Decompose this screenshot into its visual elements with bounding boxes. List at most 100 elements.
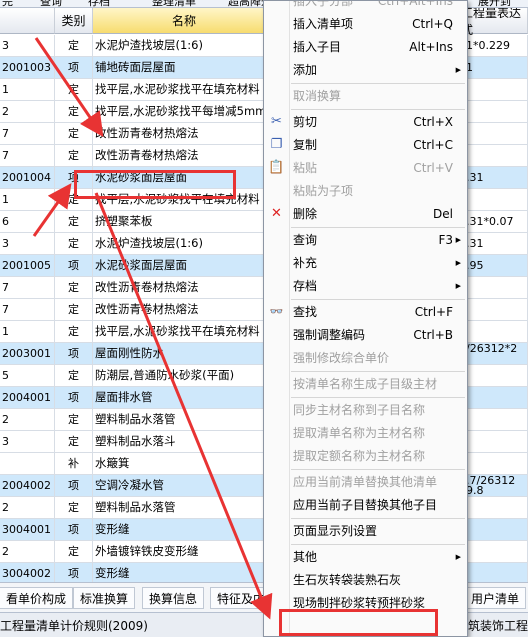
cell-type[interactable]: 定 bbox=[55, 321, 93, 342]
tab-standard-conversion[interactable]: 标准换算 bbox=[73, 587, 136, 609]
menu-item[interactable]: 页面显示列设置 bbox=[264, 520, 467, 542]
cell-name[interactable]: 找平层,水泥砂浆找平每增减5mm bbox=[93, 101, 276, 122]
tab-conversion-info[interactable]: 换算信息 bbox=[142, 587, 205, 609]
cell-type[interactable]: 定 bbox=[55, 541, 93, 562]
cell-code[interactable]: 2 bbox=[0, 541, 55, 562]
menu-item[interactable]: 按清单名称生成子目级主材 bbox=[264, 373, 467, 395]
menu-item[interactable]: 其他 ▶ bbox=[264, 546, 467, 568]
cell-type[interactable]: 定 bbox=[55, 35, 93, 56]
cell-type[interactable]: 项 bbox=[55, 475, 93, 496]
cell-type[interactable]: 定 bbox=[55, 409, 93, 430]
cell-code[interactable]: 7 bbox=[0, 145, 55, 166]
menu-item[interactable]: 提取清单名称为主材名称 bbox=[264, 422, 467, 444]
menu-item[interactable]: 插入子分部 Ctrl+Alt+Ins bbox=[264, 1, 467, 12]
cell-name[interactable]: 外墙镀锌铁皮变形缝 bbox=[93, 541, 276, 562]
menu-item[interactable]: 👓 查找 Ctrl+F bbox=[264, 301, 467, 323]
cell-name[interactable]: 屋面刚性防水 bbox=[93, 343, 276, 364]
cell-code[interactable]: 1 bbox=[0, 189, 55, 210]
cell-code[interactable]: 2001005 bbox=[0, 255, 55, 276]
menu-item[interactable]: 应用当前清单替换其他清单 bbox=[264, 471, 467, 493]
cell-type[interactable]: 项 bbox=[55, 255, 93, 276]
cell-type[interactable]: 定 bbox=[55, 123, 93, 144]
cell-code[interactable]: 7 bbox=[0, 277, 55, 298]
cell-type[interactable]: 项 bbox=[55, 519, 93, 540]
cell-code[interactable]: 2003001 bbox=[0, 343, 55, 364]
cell-name[interactable]: 空调冷凝水管 bbox=[93, 475, 276, 496]
cell-code[interactable]: 1 bbox=[0, 321, 55, 342]
cell-code[interactable]: 2004002 bbox=[0, 475, 55, 496]
tab-user-list[interactable]: 用户清单 bbox=[464, 587, 527, 609]
cell-name[interactable]: 水泥炉渣找坡层(1:6) bbox=[93, 233, 276, 254]
menu-item[interactable]: 取消换算 bbox=[264, 85, 467, 107]
cell-code[interactable] bbox=[0, 453, 55, 474]
cell-name[interactable]: 防潮层,普通防水砂浆(平面) bbox=[93, 365, 276, 386]
cell-name[interactable]: 塑料制品水落管 bbox=[93, 409, 276, 430]
cell-name[interactable]: 水簸箕 bbox=[93, 453, 276, 474]
cell-type[interactable]: 定 bbox=[55, 145, 93, 166]
cell-code[interactable]: 5 bbox=[0, 365, 55, 386]
menu-item[interactable]: 存档 ▶ bbox=[264, 275, 467, 297]
cell-type[interactable]: 定 bbox=[55, 79, 93, 100]
cell-name[interactable]: 改性沥青卷材热熔法 bbox=[93, 123, 276, 144]
cell-code[interactable]: 7 bbox=[0, 299, 55, 320]
cell-type[interactable]: 项 bbox=[55, 57, 93, 78]
cell-type[interactable]: 补 bbox=[55, 453, 93, 474]
cell-type[interactable]: 项 bbox=[55, 387, 93, 408]
cell-name[interactable]: 塑料制品水落斗 bbox=[93, 431, 276, 452]
cell-type[interactable]: 定 bbox=[55, 365, 93, 386]
tab-unit-price-composition[interactable]: 看单价构成 bbox=[0, 587, 74, 609]
menu-item[interactable]: 强制调整编码 Ctrl+B bbox=[264, 324, 467, 346]
cell-type[interactable]: 定 bbox=[55, 431, 93, 452]
menu-item[interactable]: 补充 ▶ bbox=[264, 252, 467, 274]
cell-name[interactable]: 找平层,水泥砂浆找平在填充材料 bbox=[93, 79, 276, 100]
cell-type[interactable]: 定 bbox=[55, 497, 93, 518]
header-code[interactable] bbox=[0, 8, 55, 34]
cell-code[interactable]: 3004001 bbox=[0, 519, 55, 540]
cell-code[interactable]: 2004001 bbox=[0, 387, 55, 408]
cell-type[interactable]: 定 bbox=[55, 299, 93, 320]
menu-item[interactable]: 添加 ▶ bbox=[264, 59, 467, 81]
cell-code[interactable]: 2 bbox=[0, 409, 55, 430]
toolbar-item[interactable]: 存档 bbox=[88, 0, 110, 7]
menu-item[interactable]: ✕ 删除 Del bbox=[264, 203, 467, 225]
cell-code[interactable]: 1 bbox=[0, 79, 55, 100]
cell-type[interactable]: 定 bbox=[55, 277, 93, 298]
cell-type[interactable]: 定 bbox=[55, 233, 93, 254]
menu-item[interactable]: 强制修改综合单价 bbox=[264, 347, 467, 369]
menu-item[interactable]: 应用当前子目替换其他子目 bbox=[264, 494, 467, 516]
cell-name[interactable]: 找平层,水泥砂浆找平在填充材料 bbox=[93, 321, 276, 342]
cell-code[interactable]: 7 bbox=[0, 123, 55, 144]
toolbar-item[interactable]: 整理清单 bbox=[152, 0, 196, 7]
cell-name[interactable]: 改性沥青卷材热熔法 bbox=[93, 277, 276, 298]
cell-name[interactable]: 屋面排水管 bbox=[93, 387, 276, 408]
menu-item[interactable]: 提取定额名称为主材名称 bbox=[264, 445, 467, 467]
cell-code[interactable]: 2 bbox=[0, 497, 55, 518]
cell-name[interactable]: 塑料制品水落管 bbox=[93, 497, 276, 518]
header-name[interactable]: 名称 bbox=[93, 8, 276, 34]
menu-item[interactable]: 📋 粘贴 Ctrl+V bbox=[264, 157, 467, 179]
menu-item[interactable]: 插入子目 Alt+Ins bbox=[264, 36, 467, 58]
cell-code[interactable]: 3 bbox=[0, 233, 55, 254]
cell-name[interactable]: 挤塑聚苯板 bbox=[93, 211, 276, 232]
cell-code[interactable]: 2001003 bbox=[0, 57, 55, 78]
cell-name[interactable]: 变形缝 bbox=[93, 519, 276, 540]
cell-code[interactable]: 2001004 bbox=[0, 167, 55, 188]
cell-name[interactable]: 改性沥青卷材热熔法 bbox=[93, 145, 276, 166]
menu-item[interactable]: 插入清单项 Ctrl+Q bbox=[264, 13, 467, 35]
menu-item[interactable]: 生石灰转袋装熟石灰 bbox=[264, 569, 467, 591]
cell-type[interactable]: 定 bbox=[55, 211, 93, 232]
cell-code[interactable]: 3004002 bbox=[0, 563, 55, 582]
header-type[interactable]: 类别 bbox=[55, 8, 93, 34]
cell-name[interactable]: 水泥砂浆面层屋面 bbox=[93, 255, 276, 276]
cell-code[interactable]: 3 bbox=[0, 35, 55, 56]
toolbar-item[interactable]: 完 bbox=[2, 0, 13, 7]
cell-name[interactable]: 水泥炉渣找坡层(1:6) bbox=[93, 35, 276, 56]
cell-name[interactable]: 改性沥青卷材热熔法 bbox=[93, 299, 276, 320]
menu-item[interactable]: ✂ 剪切 Ctrl+X bbox=[264, 111, 467, 133]
cell-type[interactable]: 定 bbox=[55, 101, 93, 122]
menu-item[interactable]: ❐ 复制 Ctrl+C bbox=[264, 134, 467, 156]
menu-item[interactable]: 查询 F3 ▶ bbox=[264, 229, 467, 251]
menu-item[interactable]: 粘贴为子项 bbox=[264, 180, 467, 202]
cell-code[interactable]: 6 bbox=[0, 211, 55, 232]
toolbar-item[interactable]: 展开到 bbox=[478, 0, 511, 7]
